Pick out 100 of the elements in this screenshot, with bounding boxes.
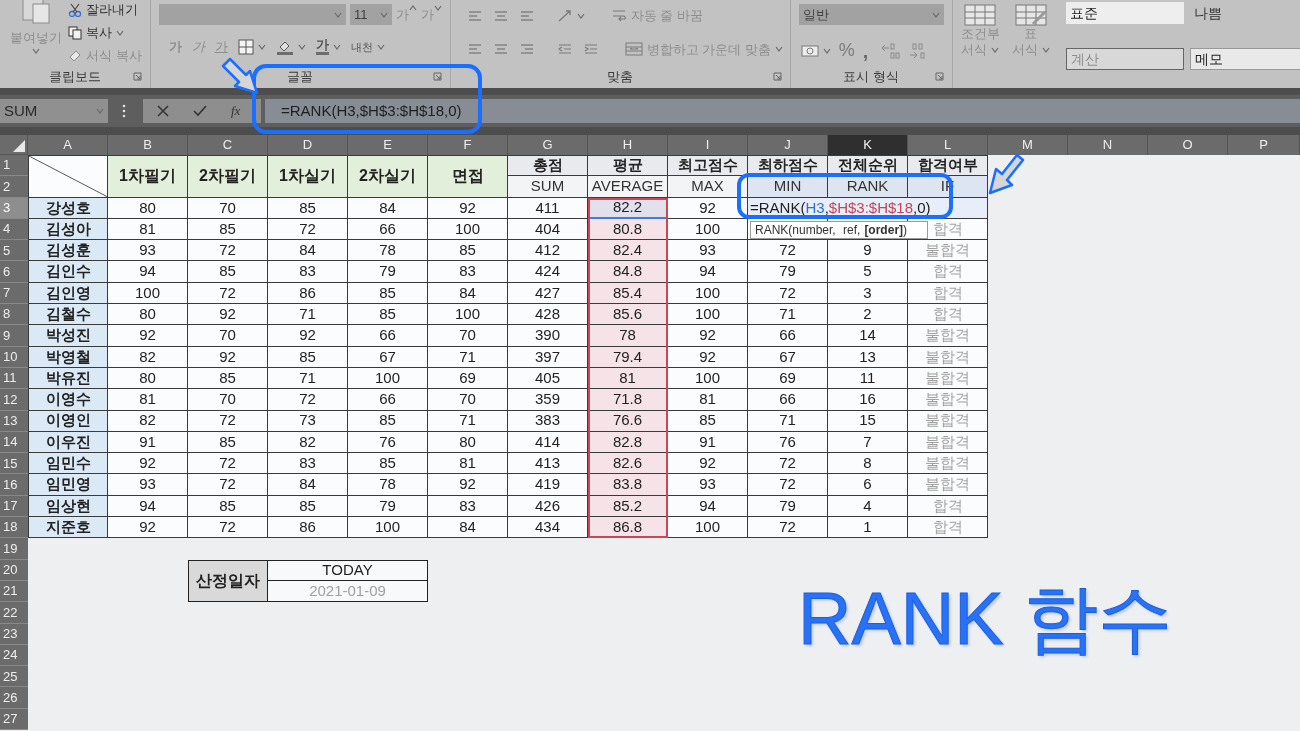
- cell-style-option[interactable]: 나쁨: [1189, 2, 1300, 24]
- cancel-icon[interactable]: [157, 105, 169, 117]
- align-bottom-icon[interactable]: [518, 9, 535, 22]
- caret-icon: [379, 11, 388, 18]
- column-heading: 총점: [508, 155, 588, 177]
- table-cell: 85: [348, 282, 428, 305]
- table-cell: 92: [188, 346, 268, 368]
- row-header[interactable]: 26: [0, 687, 28, 709]
- align-right-icon[interactable]: [518, 43, 535, 56]
- row-header[interactable]: 2: [0, 176, 28, 198]
- row-header[interactable]: 20: [0, 559, 28, 581]
- column-header[interactable]: J: [748, 135, 828, 155]
- select-all-icon[interactable]: [13, 140, 25, 152]
- cell-style-option[interactable]: 계산: [1065, 48, 1184, 70]
- row-header[interactable]: 13: [0, 410, 28, 432]
- name-box[interactable]: SUM: [0, 99, 108, 123]
- phonetic-button[interactable]: 내천: [350, 38, 373, 55]
- name-cell: 임민수: [28, 453, 108, 475]
- row-header[interactable]: 17: [0, 495, 28, 518]
- row-header[interactable]: 23: [0, 623, 28, 645]
- text-orientation-icon[interactable]: [556, 8, 573, 23]
- decrease-indent-icon[interactable]: [556, 43, 573, 56]
- increase-decimal-icon[interactable]: [880, 42, 901, 59]
- column-header[interactable]: I: [668, 135, 748, 155]
- table-cell: 92: [188, 304, 268, 326]
- align-middle-icon[interactable]: [492, 9, 509, 22]
- column-header[interactable]: O: [1148, 135, 1228, 155]
- row-header[interactable]: 1: [0, 155, 28, 177]
- table-cell: 434: [508, 517, 588, 539]
- row-header[interactable]: 3: [0, 197, 28, 219]
- formula-input-field[interactable]: =RANK(H3,$H$3:$H$18,0): [265, 99, 1300, 123]
- currency-icon[interactable]: [800, 43, 819, 58]
- caret-icon: [1041, 47, 1050, 53]
- align-left-icon[interactable]: [466, 43, 483, 56]
- percent-button[interactable]: %: [838, 37, 855, 64]
- increase-indent-icon[interactable]: [582, 43, 599, 56]
- column-header[interactable]: M: [988, 135, 1068, 155]
- group-label: 표시 형식: [843, 68, 899, 87]
- table-cell: 83: [268, 261, 348, 283]
- row-header[interactable]: 11: [0, 367, 28, 390]
- font-size-dropdown[interactable]: 11: [350, 4, 392, 25]
- row-header[interactable]: 7: [0, 282, 28, 305]
- row-header[interactable]: 14: [0, 431, 28, 454]
- result-cell: 불합격: [908, 240, 988, 262]
- caret-icon: [433, 4, 442, 11]
- column-header[interactable]: B: [108, 135, 188, 155]
- table-cell: 94: [108, 495, 188, 518]
- row-header[interactable]: 25: [0, 666, 28, 688]
- ribbon-command[interactable]: 복사: [68, 23, 142, 43]
- table-cell: 397: [508, 346, 588, 368]
- row-header[interactable]: 12: [0, 389, 28, 411]
- row-header[interactable]: 10: [0, 346, 28, 368]
- column-heading: 최고점수: [668, 155, 748, 177]
- row-header[interactable]: 15: [0, 453, 28, 475]
- column-header[interactable]: P: [1228, 135, 1300, 155]
- dialog-launcher-icon[interactable]: [772, 72, 782, 81]
- column-heading: 면접: [428, 155, 508, 198]
- borders-icon[interactable]: [237, 38, 254, 55]
- row-header[interactable]: 19: [0, 538, 28, 560]
- column-header[interactable]: F: [428, 135, 508, 155]
- column-header[interactable]: E: [348, 135, 428, 155]
- dialog-launcher-icon[interactable]: [432, 72, 442, 81]
- row-header[interactable]: 18: [0, 517, 28, 539]
- number-format-dropdown[interactable]: 일반: [798, 4, 944, 25]
- dialog-launcher-icon[interactable]: [132, 72, 142, 81]
- row-header[interactable]: 9: [0, 325, 28, 347]
- cell-style-option[interactable]: 표준: [1065, 2, 1184, 24]
- insert-function-button[interactable]: fx: [231, 101, 241, 121]
- dialog-launcher-icon[interactable]: [934, 72, 944, 81]
- enter-check-icon[interactable]: [193, 105, 207, 117]
- row-header[interactable]: 8: [0, 304, 28, 326]
- row-header[interactable]: 6: [0, 261, 28, 283]
- row-header[interactable]: 27: [0, 708, 28, 730]
- column-header[interactable]: C: [188, 135, 268, 155]
- column-header[interactable]: D: [268, 135, 348, 155]
- function-name: MIN: [748, 176, 828, 198]
- table-cell: 85: [348, 410, 428, 432]
- result-cell: 합격: [908, 261, 988, 283]
- more-options-icon[interactable]: [122, 104, 126, 118]
- column-header[interactable]: H: [588, 135, 668, 155]
- table-cell: 66: [348, 325, 428, 347]
- row-header[interactable]: 24: [0, 644, 28, 667]
- font-color-button[interactable]: 가: [315, 38, 329, 56]
- row-header[interactable]: 4: [0, 218, 28, 241]
- row-header[interactable]: 5: [0, 240, 28, 262]
- column-header[interactable]: G: [508, 135, 588, 155]
- align-center-icon[interactable]: [492, 43, 509, 56]
- table-cell: 85: [188, 218, 268, 241]
- ribbon-command[interactable]: 잘라내기: [68, 0, 142, 20]
- cell-style-option[interactable]: 메모: [1189, 48, 1300, 70]
- caret-icon: [774, 46, 783, 53]
- column-header[interactable]: A: [28, 135, 108, 155]
- row-header[interactable]: 21: [0, 580, 28, 603]
- column-header[interactable]: N: [1068, 135, 1148, 155]
- column-header[interactable]: L: [908, 135, 988, 155]
- column-header[interactable]: K: [828, 135, 908, 155]
- align-top-icon[interactable]: [466, 9, 483, 22]
- row-header[interactable]: 22: [0, 602, 28, 624]
- name-cell: 이영인: [28, 410, 108, 432]
- row-header[interactable]: 16: [0, 474, 28, 496]
